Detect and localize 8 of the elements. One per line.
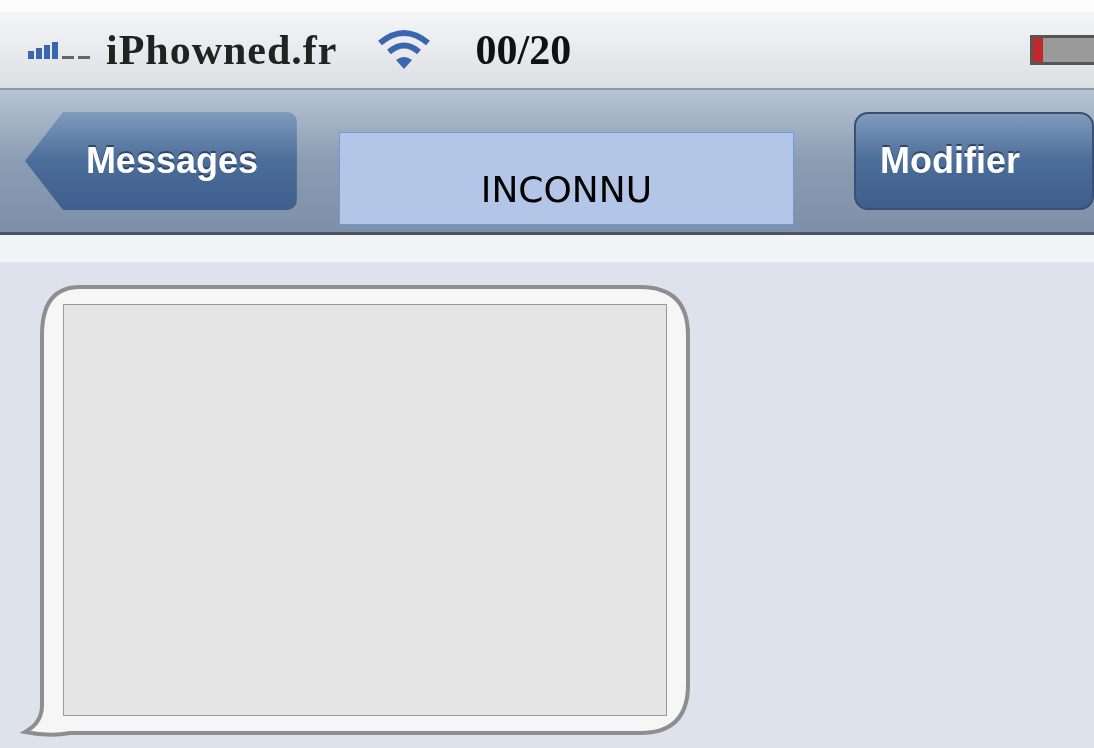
back-button[interactable]: Messages [25,112,297,210]
status-time: 00/20 [475,26,572,74]
edit-button[interactable]: Modifier [854,112,1094,210]
battery-icon [1030,35,1094,65]
signal-icon [28,39,92,61]
nav-title: INCONNU [338,131,794,225]
carrier-name: iPhowned.fr [106,26,338,74]
wifi-icon [375,29,432,71]
